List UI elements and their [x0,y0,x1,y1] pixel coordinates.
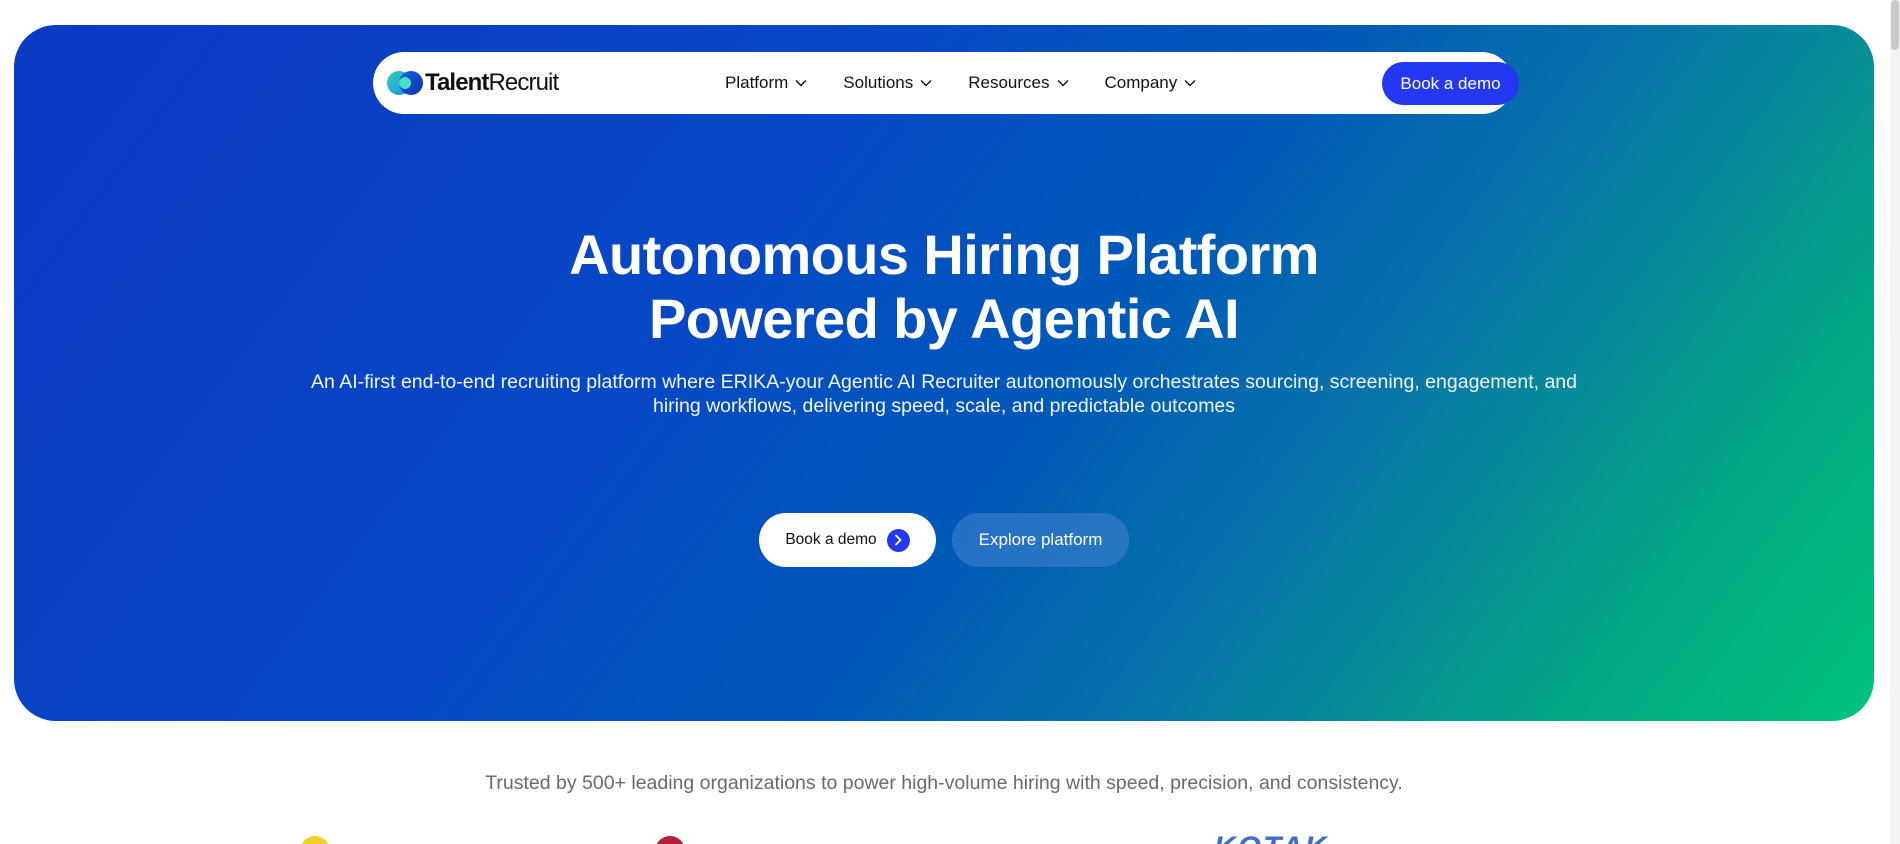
nav-item-label: Resources [968,73,1050,92]
top-navbar: TalentRecruit Platform Solutions Resourc… [373,52,1519,114]
nav-item-company[interactable]: Company [1105,73,1197,93]
nav-item-resources[interactable]: Resources [968,73,1068,93]
trusted-by-text: Trusted by 500+ leading organizations to… [485,772,1403,794]
hero-subheadline: An AI-first end-to-end recruiting platfo… [311,371,1577,417]
hero-headline-line2: Powered by Agentic AI [648,287,1240,350]
chevron-down-icon [1057,80,1068,87]
hero-explore-platform-button[interactable]: Explore platform [952,513,1129,567]
talentrecruit-logo-icon [387,71,423,95]
partner-logo-red [655,836,685,844]
chevron-down-icon [795,80,807,87]
chevron-down-icon [920,80,932,87]
partner-logo-yellow [300,836,330,844]
nav-item-solutions[interactable]: Solutions [843,73,932,93]
brand-name: TalentRecruit [425,69,560,97]
brand-logo[interactable]: TalentRecruit [386,66,560,100]
chevron-right-icon [886,528,910,552]
nav-item-label: Platform [725,73,789,92]
hero-headline: Autonomous Hiring Platform Powered by Ag… [14,223,1874,351]
page-scrollbar[interactable] [1890,0,1900,844]
hero-book-demo-label: Book a demo [785,531,877,548]
chevron-down-icon [1184,80,1196,87]
scrollbar-thumb[interactable] [1891,0,1899,50]
hero-section: TalentRecruit Platform Solutions Resourc… [14,25,1874,721]
nav-book-demo-button[interactable]: Book a demo [1382,62,1519,105]
brand-name-bold: Talent [425,69,489,96]
hero-book-demo-button[interactable]: Book a demo [759,513,936,567]
hero-headline-line1: Autonomous Hiring Platform [569,223,1319,286]
nav-item-label: Company [1104,73,1178,92]
partner-logo-wordmark: KOTAK [1214,833,1344,844]
nav-item-label: Solutions [843,73,914,92]
nav-menu: Platform Solutions Resources Company [725,52,1196,114]
nav-item-platform[interactable]: Platform [725,73,807,93]
brand-name-light: Recruit [488,69,560,96]
